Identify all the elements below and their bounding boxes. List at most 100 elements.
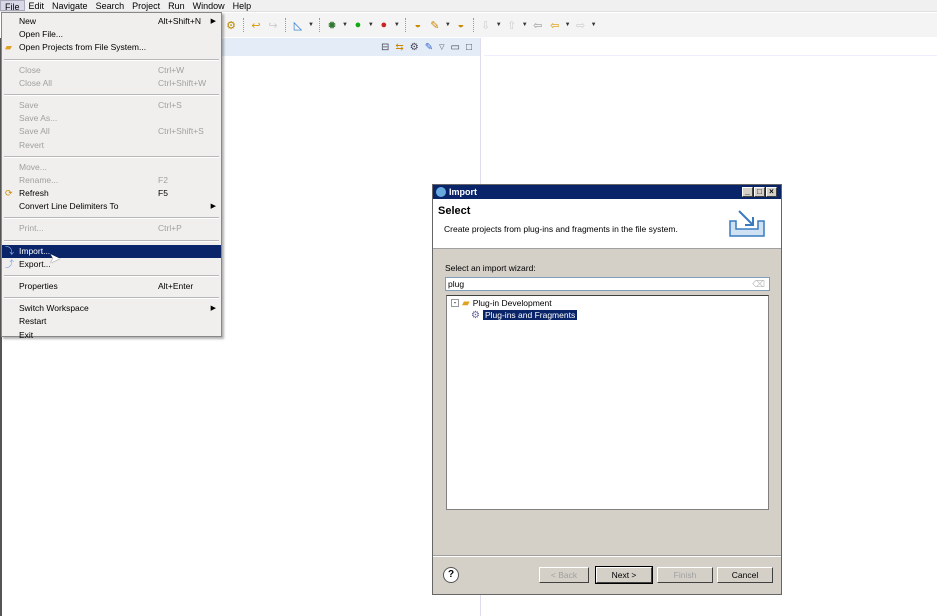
collapse-all-icon[interactable]: ⊟: [381, 42, 389, 53]
debug-config-icon[interactable]: ⚙: [224, 18, 238, 32]
filter-label: Select an import wizard:: [445, 263, 536, 273]
menu-item-close[interactable]: Close Ctrl+W: [2, 64, 221, 77]
dropdown-icon[interactable]: ▼: [496, 22, 502, 28]
dropdown-icon[interactable]: ▼: [565, 22, 571, 28]
next-button[interactable]: Next >: [595, 566, 653, 584]
wizard-description: Create projects from plug-ins and fragme…: [444, 224, 678, 234]
submenu-arrow-icon: ▶: [210, 305, 216, 313]
toolbar-separator: [285, 18, 286, 32]
ruler-icon[interactable]: ◺: [291, 18, 305, 32]
menu-item-revert[interactable]: Revert: [2, 139, 221, 152]
open-task-icon[interactable]: ◒: [454, 18, 468, 32]
menu-item-print[interactable]: Print... Ctrl+P: [2, 222, 221, 235]
help-icon[interactable]: ?: [443, 567, 459, 583]
menu-edit[interactable]: Edit: [25, 0, 49, 11]
dropdown-icon[interactable]: ▼: [591, 22, 597, 28]
footer-separator: [433, 555, 781, 557]
menu-file[interactable]: File: [0, 0, 25, 12]
run-icon[interactable]: ●: [351, 18, 365, 32]
menu-item-import[interactable]: ⤵ Import...: [2, 244, 221, 258]
menu-item-shortcut: Alt+Enter: [158, 281, 194, 291]
menu-item-label: Switch Workspace: [19, 303, 89, 314]
menu-separator: [4, 155, 219, 158]
mouse-cursor-icon: ➤: [49, 250, 61, 266]
dropdown-icon[interactable]: ▼: [522, 22, 528, 28]
menu-item-move[interactable]: Move...: [2, 161, 221, 174]
search-icon[interactable]: ✎: [428, 18, 442, 32]
dropdown-icon[interactable]: ▼: [368, 22, 374, 28]
dropdown-icon[interactable]: ▼: [394, 22, 400, 28]
menu-item-save-as[interactable]: Save As...: [2, 112, 221, 125]
dialog-titlebar: Import _ □ ×: [433, 185, 781, 199]
cancel-button[interactable]: Cancel: [717, 567, 773, 583]
menu-item-export[interactable]: ⤴ Export...: [2, 258, 221, 271]
menu-item-label: Save: [19, 99, 39, 110]
dropdown-icon[interactable]: ▼: [308, 22, 314, 28]
filter-icon[interactable]: ⚙: [410, 42, 419, 53]
menu-item-open-file[interactable]: Open File...: [2, 28, 221, 41]
menu-item-restart[interactable]: Restart: [2, 315, 221, 328]
prev-annotation-icon[interactable]: ⇧: [505, 18, 519, 32]
run-external-icon[interactable]: ●: [377, 18, 391, 32]
toolbar-separator: [404, 18, 406, 32]
menu-item-refresh[interactable]: ⟳ Refresh F5: [2, 187, 221, 200]
menu-separator: [4, 217, 219, 220]
dropdown-icon[interactable]: ▼: [445, 22, 451, 28]
maximize-button[interactable]: □: [754, 187, 765, 197]
view-menu-icon[interactable]: ▽: [439, 43, 444, 51]
open-type-icon[interactable]: ◒: [411, 18, 425, 32]
menu-item-switch-workspace[interactable]: Switch Workspace ▶: [2, 302, 221, 315]
eclipse-icon: [436, 187, 446, 197]
menu-project[interactable]: Project: [128, 0, 164, 11]
menu-item-properties[interactable]: Properties Alt+Enter: [2, 280, 221, 293]
link-editor-icon[interactable]: ⇆: [395, 42, 403, 53]
menu-item-exit[interactable]: Exit: [2, 329, 221, 342]
debug-icon[interactable]: ✹: [325, 18, 339, 32]
menu-run[interactable]: Run: [164, 0, 189, 11]
menu-separator: [4, 239, 219, 242]
forward-edit-icon[interactable]: ↪: [266, 18, 280, 32]
wizard-filter-input[interactable]: plug ⌫: [445, 277, 770, 291]
collapse-icon[interactable]: -: [451, 299, 459, 307]
menu-navigate[interactable]: Navigate: [48, 0, 92, 11]
clear-filter-icon[interactable]: ⌫: [752, 278, 765, 290]
menu-item-label: Convert Line Delimiters To: [19, 201, 119, 212]
minimize-icon[interactable]: ▭: [451, 42, 460, 53]
menu-window[interactable]: Window: [189, 0, 229, 11]
wizard-tree: - ▰ Plug-in Development ⚙ Plug-ins and F…: [446, 295, 769, 510]
forward-icon[interactable]: ⇨: [574, 18, 588, 32]
menu-item-shortcut: Ctrl+S: [158, 99, 182, 110]
menu-help[interactable]: Help: [229, 0, 256, 11]
tree-node-plugin-development[interactable]: - ▰ Plug-in Development: [451, 297, 552, 309]
menu-item-open-projects-from-file-system[interactable]: ▰ Open Projects from File System...: [2, 41, 221, 54]
back-button[interactable]: < Back: [539, 567, 589, 583]
editor-area: [484, 38, 937, 56]
menu-item-close-all[interactable]: Close All Ctrl+Shift+W: [2, 77, 221, 90]
dropdown-icon[interactable]: ▼: [342, 22, 348, 28]
menu-item-new[interactable]: New Alt+Shift+N ▶: [2, 15, 221, 28]
next-annotation-icon[interactable]: ⇩: [479, 18, 493, 32]
focus-icon[interactable]: ✎: [425, 42, 433, 53]
toolbar-separator: [472, 18, 474, 32]
last-edit-icon[interactable]: ⇦: [531, 18, 545, 32]
wizard-header: Select Create projects from plug-ins and…: [433, 199, 781, 249]
submenu-arrow-icon: ▶: [210, 203, 216, 211]
menu-search[interactable]: Search: [92, 0, 129, 11]
menu-item-shortcut: Ctrl+Shift+S: [158, 126, 204, 137]
menu-separator: [4, 93, 219, 96]
menu-item-shortcut: Ctrl+P: [158, 223, 182, 234]
minimize-button[interactable]: _: [742, 187, 753, 197]
menu-item-rename[interactable]: Rename... F2: [2, 174, 221, 187]
back-icon[interactable]: ⇦: [548, 18, 562, 32]
back-edit-icon[interactable]: ↩: [249, 18, 263, 32]
menu-item-save-all[interactable]: Save All Ctrl+Shift+S: [2, 125, 221, 138]
maximize-icon[interactable]: □: [466, 42, 472, 53]
finish-button[interactable]: Finish: [657, 567, 713, 583]
menu-item-save[interactable]: Save Ctrl+S: [2, 99, 221, 112]
menu-item-convert-line-delimiters-to[interactable]: Convert Line Delimiters To ▶: [2, 200, 221, 213]
menu-item-label: Move...: [19, 161, 47, 172]
toolbar-separator: [243, 18, 244, 32]
close-button[interactable]: ×: [766, 187, 777, 197]
tree-node-plugins-fragments[interactable]: ⚙ Plug-ins and Fragments: [471, 309, 578, 321]
import-wizard-icon: [729, 210, 765, 237]
